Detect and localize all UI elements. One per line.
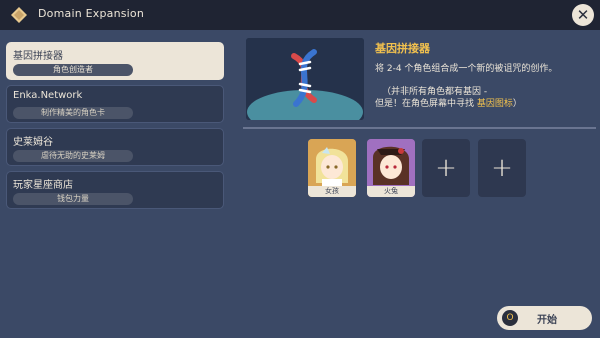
character-slot-girl[interactable]: 女孩 xyxy=(308,139,356,197)
dna-icon xyxy=(246,38,364,120)
feature-description: 将 2-4 个角色组合成一个新的被诅咒的创作。 xyxy=(375,64,558,74)
sidebar-item-name: Enka.Network xyxy=(13,90,83,101)
sidebar-item-sub: 角色创造者 xyxy=(13,64,133,76)
add-character-slot-3[interactable]: + xyxy=(422,139,470,197)
close-icon: ✕ xyxy=(576,6,590,24)
sidebar-item-sub: 钱包力量 xyxy=(13,193,133,205)
plus-icon: + xyxy=(435,153,457,183)
feature-note-suffix: ） xyxy=(512,99,522,109)
sidebar-item-name: 史莱姆谷 xyxy=(13,137,53,148)
gene-icon-link[interactable]: 基因图标 xyxy=(477,99,513,109)
feature-preview-image xyxy=(246,38,364,120)
sidebar-item-slime-valley[interactable]: 史莱姆谷 虐待无助的史莱姆 xyxy=(6,128,224,166)
sidebar-item-sub: 制作精美的角色卡 xyxy=(13,107,133,119)
character-slot-hutao[interactable]: 火兔 xyxy=(367,139,415,197)
close-button[interactable]: ✕ xyxy=(572,4,594,26)
feature-note-line2: 但是！在角色屏幕中寻找 基因图标） xyxy=(375,96,522,109)
feature-title: 基因拼接器 xyxy=(375,42,430,55)
start-label: 开始 xyxy=(537,315,557,326)
domain-diamond-icon xyxy=(11,7,27,23)
sidebar-item-name: 基因拼接器 xyxy=(13,51,63,62)
divider xyxy=(243,127,596,129)
start-button[interactable]: O 开始 xyxy=(497,306,592,330)
add-character-slot-4[interactable]: + xyxy=(478,139,526,197)
sidebar-item-constellation-shop[interactable]: 玩家星座商店 钱包力量 xyxy=(6,171,224,209)
title-bar: Domain Expansion ✕ xyxy=(0,0,600,30)
window-title: Domain Expansion xyxy=(38,7,145,20)
controller-key-icon: O xyxy=(502,310,518,326)
character-name: 女孩 xyxy=(308,186,356,197)
feature-note-prefix: 但是！在角色屏幕中寻找 xyxy=(375,99,477,109)
sidebar-item-enka[interactable]: Enka.Network 制作精美的角色卡 xyxy=(6,85,224,123)
sidebar-item-name: 玩家星座商店 xyxy=(13,180,73,191)
sidebar-item-sub: 虐待无助的史莱姆 xyxy=(13,150,133,162)
sidebar: 基因拼接器 角色创造者 Enka.Network 制作精美的角色卡 史莱姆谷 虐… xyxy=(6,42,226,214)
sidebar-item-gene-splicer[interactable]: 基因拼接器 角色创造者 xyxy=(6,42,224,80)
character-name: 火兔 xyxy=(367,186,415,197)
plus-icon: + xyxy=(491,153,513,183)
